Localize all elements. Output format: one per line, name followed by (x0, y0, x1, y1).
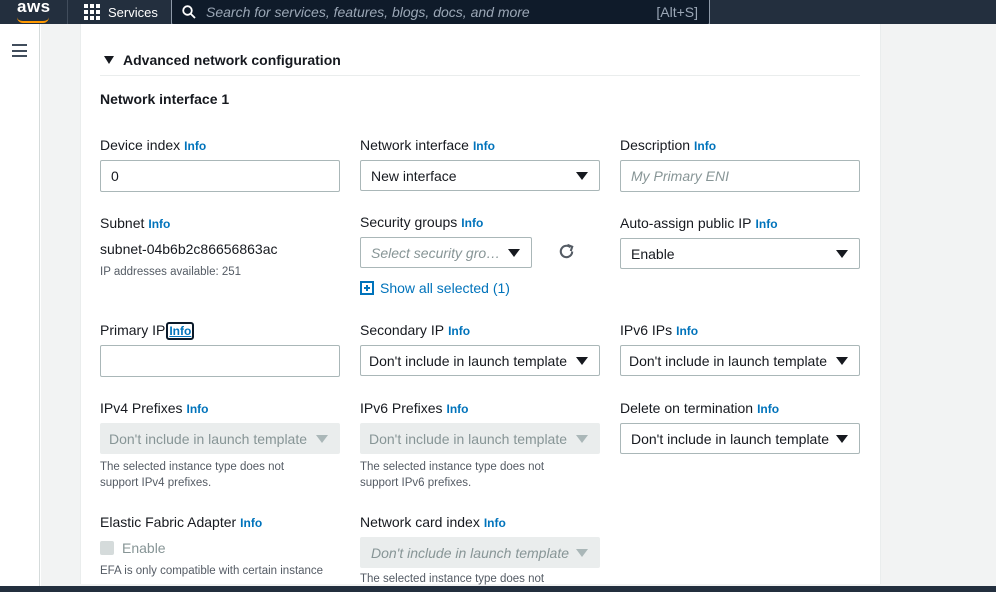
description-input[interactable]: My Primary ENI (620, 160, 860, 192)
advanced-network-config-toggle[interactable]: Advanced network configuration (104, 52, 341, 68)
primary-ip-label: Primary IP Info (100, 322, 195, 340)
efa-checkbox (100, 541, 114, 555)
primary-ip-input[interactable] (100, 345, 340, 377)
refresh-icon[interactable] (557, 242, 576, 261)
caret-down-icon (836, 435, 848, 443)
efa-hint: EFA is only compatible with certain inst… (100, 565, 324, 577)
search-icon (182, 4, 196, 19)
ipv6-prefixes-label: IPv6 Prefixes Info (360, 400, 469, 416)
ipv6-prefixes-info-link[interactable]: Info (446, 402, 468, 416)
subnet-value: subnet-04b6b2c86656863ac (100, 241, 278, 257)
network-card-index-info-link[interactable]: Info (484, 516, 506, 530)
ipv6-prefixes-hint-2: support IPv6 prefixes. (360, 477, 472, 489)
caret-down-icon (576, 172, 588, 180)
grid-icon (84, 4, 100, 20)
caret-down-icon (836, 357, 848, 365)
network-card-index-label: Network card index Info (360, 514, 506, 530)
search-shortcut: [Alt+S] (656, 3, 698, 20)
ipv6-ips-info-link[interactable]: Info (676, 324, 698, 338)
network-card-index-select: Don't include in launch template (360, 537, 600, 568)
device-index-label: Device index Info (100, 137, 207, 153)
ipv4-prefixes-select: Don't include in launch template (100, 423, 340, 454)
network-interface-title: Network interface 1 (100, 91, 230, 107)
network-interface-info-link[interactable]: Info (473, 139, 495, 153)
device-index-info-link[interactable]: Info (184, 139, 206, 153)
network-card-index-hint: The selected instance type does not (360, 573, 545, 585)
section-divider (100, 75, 860, 76)
left-rail (0, 24, 40, 592)
expand-icon (360, 281, 374, 295)
network-interface-label: Network interface Info (360, 137, 495, 153)
show-all-selected-link[interactable]: Show all selected (1) (360, 280, 510, 296)
delete-on-termination-label: Delete on termination Info (620, 400, 780, 416)
security-groups-label: Security groups Info (360, 214, 484, 230)
search-input[interactable]: Search for services, features, blogs, do… (171, 0, 710, 25)
services-button[interactable]: Services (84, 2, 158, 22)
efa-checkbox-label: Enable (122, 540, 166, 556)
efa-label: Elastic Fabric Adapter Info (100, 514, 263, 530)
menu-icon[interactable] (12, 44, 27, 57)
bottom-bar (0, 586, 996, 592)
secondary-ip-select[interactable]: Don't include in launch template (360, 345, 600, 376)
subnet-label: Subnet Info (100, 215, 171, 231)
security-groups-info-link[interactable]: Info (461, 216, 483, 230)
security-groups-select[interactable]: Select security groups (360, 237, 532, 268)
ipv4-prefixes-info-link[interactable]: Info (186, 402, 208, 416)
caret-down-icon (576, 357, 588, 365)
caret-down-icon (104, 56, 114, 64)
secondary-ip-label: Secondary IP Info (360, 322, 471, 338)
top-navigation: aws Services Search for services, featur… (0, 0, 996, 25)
efa-info-link[interactable]: Info (240, 516, 262, 530)
content-panel (80, 24, 881, 584)
aws-smile-icon (17, 17, 49, 23)
auto-assign-public-ip-select[interactable]: Enable (620, 238, 860, 269)
network-interface-select[interactable]: New interface (360, 160, 600, 191)
subnet-hint: IP addresses available: 251 (100, 266, 242, 278)
device-index-input[interactable]: 0 (100, 160, 340, 192)
ipv4-prefixes-label: IPv4 Prefixes Info (100, 400, 209, 416)
section-title: Advanced network configuration (123, 52, 341, 68)
auto-assign-public-ip-label: Auto-assign public IP Info (620, 215, 778, 231)
ipv6-prefixes-select: Don't include in launch template (360, 423, 600, 454)
description-label: Description Info (620, 137, 717, 153)
secondary-ip-info-link[interactable]: Info (448, 324, 470, 338)
description-info-link[interactable]: Info (694, 139, 716, 153)
delete-on-termination-select[interactable]: Don't include in launch template (620, 423, 860, 454)
caret-down-icon (576, 435, 588, 443)
ipv4-prefixes-hint-1: The selected instance type does not (100, 461, 285, 473)
search-placeholder: Search for services, features, blogs, do… (206, 3, 530, 20)
ipv4-prefixes-hint-2: support IPv4 prefixes. (100, 477, 212, 489)
ipv6-prefixes-hint-1: The selected instance type does not (360, 461, 545, 473)
aws-logo[interactable]: aws (17, 0, 51, 17)
ipv6-ips-select[interactable]: Don't include in launch template (620, 345, 860, 376)
delete-on-termination-info-link[interactable]: Info (757, 402, 779, 416)
subnet-info-link[interactable]: Info (148, 217, 170, 231)
caret-down-icon (836, 250, 848, 258)
caret-down-icon (576, 549, 588, 557)
nav-divider (67, 0, 68, 24)
ipv6-ips-label: IPv6 IPs Info (620, 322, 699, 338)
caret-down-icon (508, 249, 520, 257)
services-label: Services (108, 4, 158, 20)
primary-ip-info-link[interactable]: Info (166, 322, 195, 340)
caret-down-icon (316, 435, 328, 443)
auto-assign-info-link[interactable]: Info (756, 217, 778, 231)
